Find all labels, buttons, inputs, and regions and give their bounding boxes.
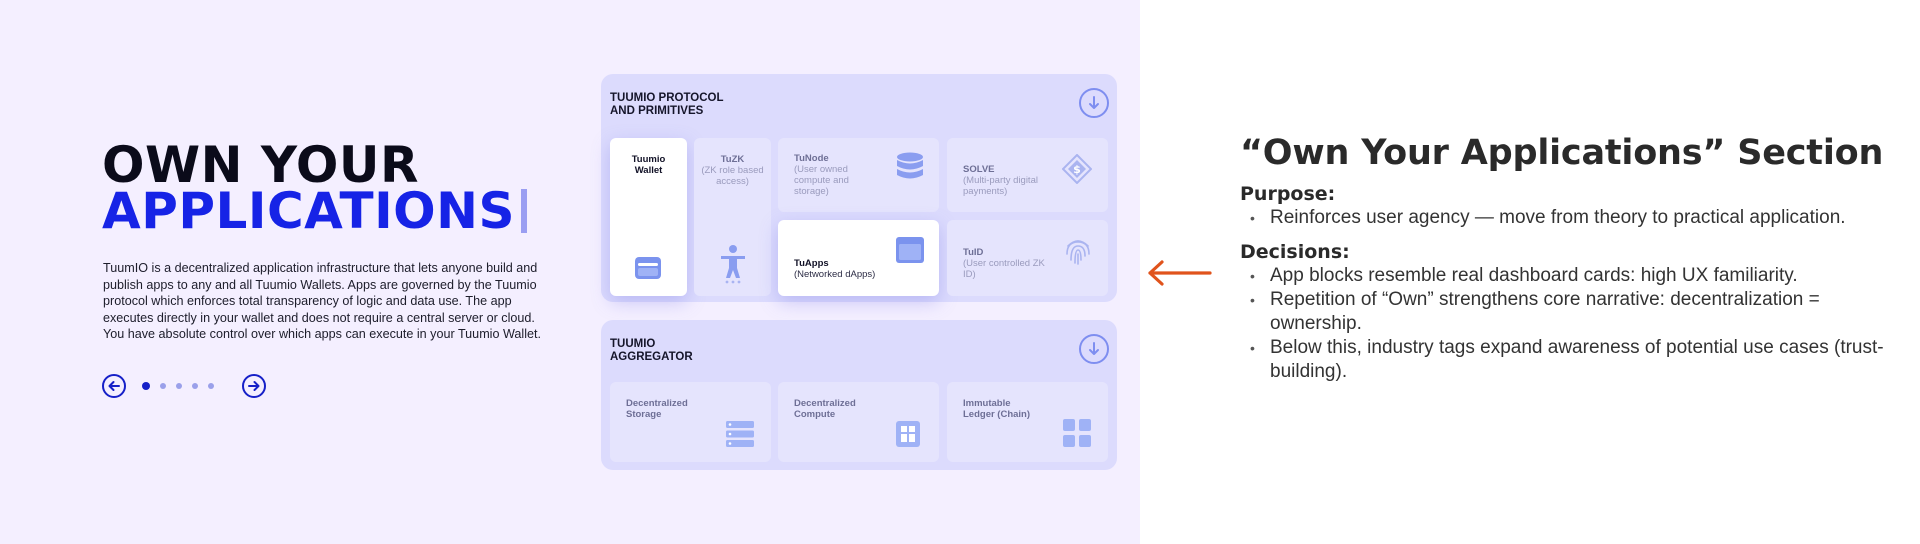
hero-description: TuumIO is a decentralized application in…	[103, 261, 542, 342]
tile-tuapps[interactable]: TuApps (Networked dApps)	[778, 220, 939, 296]
app-window-icon	[896, 237, 924, 263]
aggregator-expand-button[interactable]	[1079, 334, 1109, 364]
tile-wallet-name: Tuumio	[631, 154, 666, 165]
aggregator-panel: TUUMIO AGGREGATOR Decentralized Storage …	[601, 320, 1117, 470]
tile-tuumio-wallet[interactable]: Tuumio Wallet	[610, 138, 687, 296]
decisions-heading: Decisions:	[1240, 241, 1350, 263]
notes-title: “Own Your Applications” Section	[1240, 133, 1884, 173]
aggregator-title-line2: AGGREGATOR	[610, 351, 693, 363]
aggregator-panel-title: TUUMIO AGGREGATOR	[610, 338, 693, 364]
pager-dot-3[interactable]	[176, 383, 182, 389]
tile-tuzk-sub: (ZK role based access)	[701, 165, 764, 187]
prev-button[interactable]	[102, 374, 126, 398]
purpose-heading: Purpose:	[1240, 183, 1336, 205]
decision-item: Repetition of “Own” strengthens core nar…	[1250, 288, 1900, 336]
carousel-pager	[102, 374, 266, 398]
text-cursor	[521, 189, 528, 233]
pager-dot-4[interactable]	[192, 383, 198, 389]
dollar-diamond-icon: $	[1062, 154, 1092, 184]
pager-dots	[142, 382, 224, 390]
decisions-list: App blocks resemble real dashboard cards…	[1250, 264, 1900, 384]
purpose-list: Reinforces user agency — move from theor…	[1250, 206, 1900, 230]
purpose-item: Reinforces user agency — move from theor…	[1250, 206, 1900, 230]
protocol-expand-button[interactable]	[1079, 88, 1109, 118]
tile-solve-sub: (Multi-party digital payments)	[963, 175, 1038, 197]
slide: OWN YOUR APPLICATIONS TuumIO is a decent…	[0, 0, 1920, 544]
arrow-left-icon	[108, 381, 120, 391]
chip-icon	[896, 421, 920, 447]
pager-dot-5[interactable]	[208, 383, 214, 389]
tile-storage-name2: Storage	[626, 409, 662, 420]
tile-tuid[interactable]: TuID (User controlled ZK ID)	[947, 220, 1108, 296]
fingerprint-icon	[1066, 240, 1090, 265]
tile-decentralized-storage[interactable]: Decentralized Storage	[610, 382, 771, 462]
tile-tunode-sub: (User owned compute and storage)	[794, 164, 849, 197]
database-icon	[897, 152, 923, 179]
protocol-panel-title: TUUMIO PROTOCOL AND PRIMITIVES	[610, 92, 724, 118]
arrow-down-icon	[1089, 342, 1099, 355]
tile-compute-name2: Compute	[794, 409, 836, 420]
tile-storage-name: Decentralized	[626, 398, 688, 409]
tile-tunode[interactable]: TuNode (User owned compute and storage)	[778, 138, 939, 212]
protocol-title-line1: TUUMIO PROTOCOL	[610, 92, 724, 104]
tile-tuzk[interactable]: TuZK (ZK role based access)	[694, 138, 771, 296]
tile-tuid-sub: (User controlled ZK ID)	[963, 258, 1045, 280]
pointer-arrow-icon	[1148, 260, 1212, 286]
arrow-right-icon	[248, 381, 260, 391]
tile-tuapps-sub: (Networked dApps)	[794, 269, 876, 280]
decision-item: Below this, industry tags expand awarene…	[1250, 336, 1900, 384]
svg-text:$: $	[1073, 163, 1081, 176]
tile-immutable-ledger[interactable]: Immutable Ledger (Chain)	[947, 382, 1108, 462]
aggregator-title-line1: TUUMIO	[610, 338, 656, 350]
protocol-panel: TUUMIO PROTOCOL AND PRIMITIVES Tuumio Wa…	[601, 74, 1117, 302]
design-notes: “Own Your Applications” Section Purpose:…	[1240, 130, 1900, 384]
grid-blocks-icon	[1063, 419, 1091, 447]
tile-tuzk-name: TuZK	[720, 154, 745, 165]
tile-compute-name: Decentralized	[794, 398, 856, 409]
decision-item: App blocks resemble real dashboard cards…	[1250, 264, 1900, 288]
arrow-down-icon	[1089, 96, 1099, 109]
tile-wallet-name2: Wallet	[634, 165, 663, 176]
hero-title-line2: APPLICATIONS	[102, 182, 516, 240]
mockup-area: OWN YOUR APPLICATIONS TuumIO is a decent…	[0, 0, 1140, 544]
wallet-icon	[635, 257, 661, 279]
pager-dot-2[interactable]	[160, 383, 166, 389]
hero-title: OWN YOUR APPLICATIONS	[102, 140, 528, 240]
next-button[interactable]	[242, 374, 266, 398]
pager-dot-1[interactable]	[142, 382, 150, 390]
server-icon	[726, 421, 754, 447]
tile-decentralized-compute[interactable]: Decentralized Compute	[778, 382, 939, 462]
tile-solve[interactable]: SOLVE (Multi-party digital payments) $	[947, 138, 1108, 212]
person-icon	[721, 245, 745, 284]
protocol-title-line2: AND PRIMITIVES	[610, 105, 704, 117]
tile-ledger-name: Immutable	[963, 398, 1011, 409]
hero-title-line2-wrap: APPLICATIONS	[102, 182, 528, 240]
